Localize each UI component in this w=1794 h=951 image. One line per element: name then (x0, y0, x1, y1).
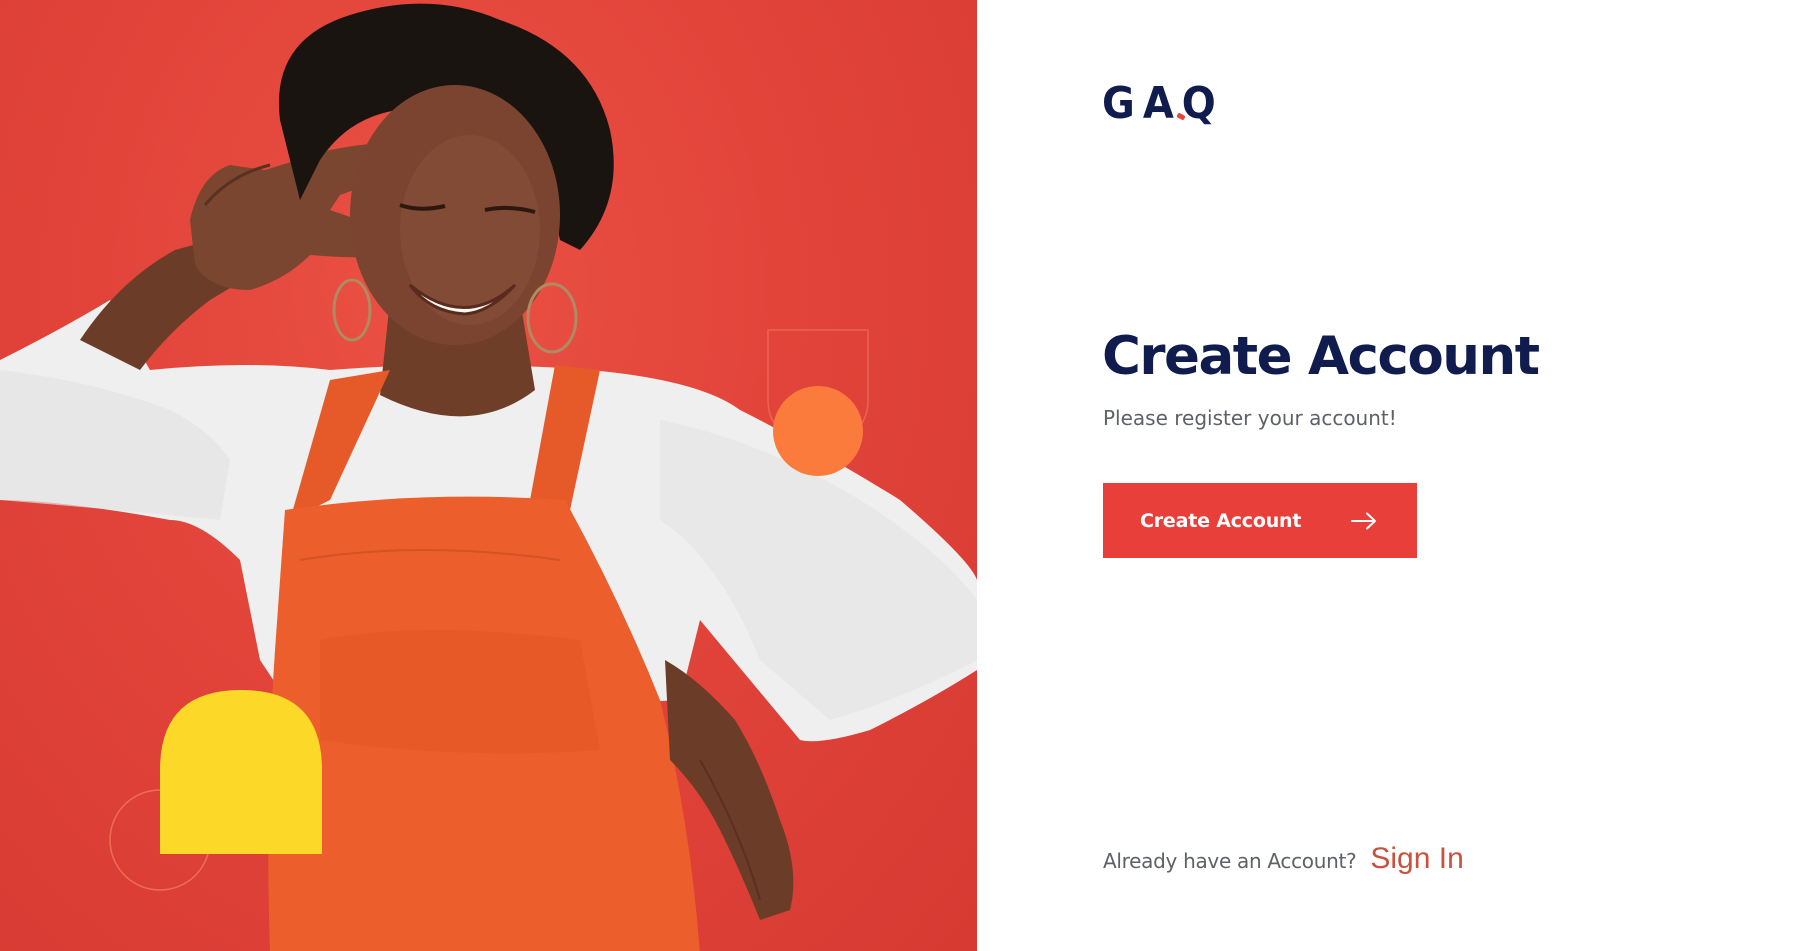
signin-prompt: Already have an Account? (1103, 849, 1357, 873)
signin-link[interactable]: Sign In (1370, 842, 1463, 876)
brand-logo: GAQ (1102, 79, 1224, 129)
signup-page: GAQ Create Account Please register your … (0, 0, 1794, 951)
arrow-right-icon (1351, 512, 1376, 529)
hero-image (0, 3, 977, 951)
decor-orange-circle (773, 386, 863, 476)
brand-logo-text: GAQ (1102, 79, 1224, 129)
page-subtitle: Please register your account! (1103, 406, 1397, 430)
create-account-button[interactable]: Create Account (1103, 483, 1417, 558)
create-account-button-label: Create Account (1140, 509, 1302, 532)
hero-panel (0, 0, 977, 951)
signin-row: Already have an Account? Sign In (1103, 842, 1464, 876)
page-title: Create Account (1102, 326, 1540, 387)
decor-yellow-arch (160, 690, 322, 854)
